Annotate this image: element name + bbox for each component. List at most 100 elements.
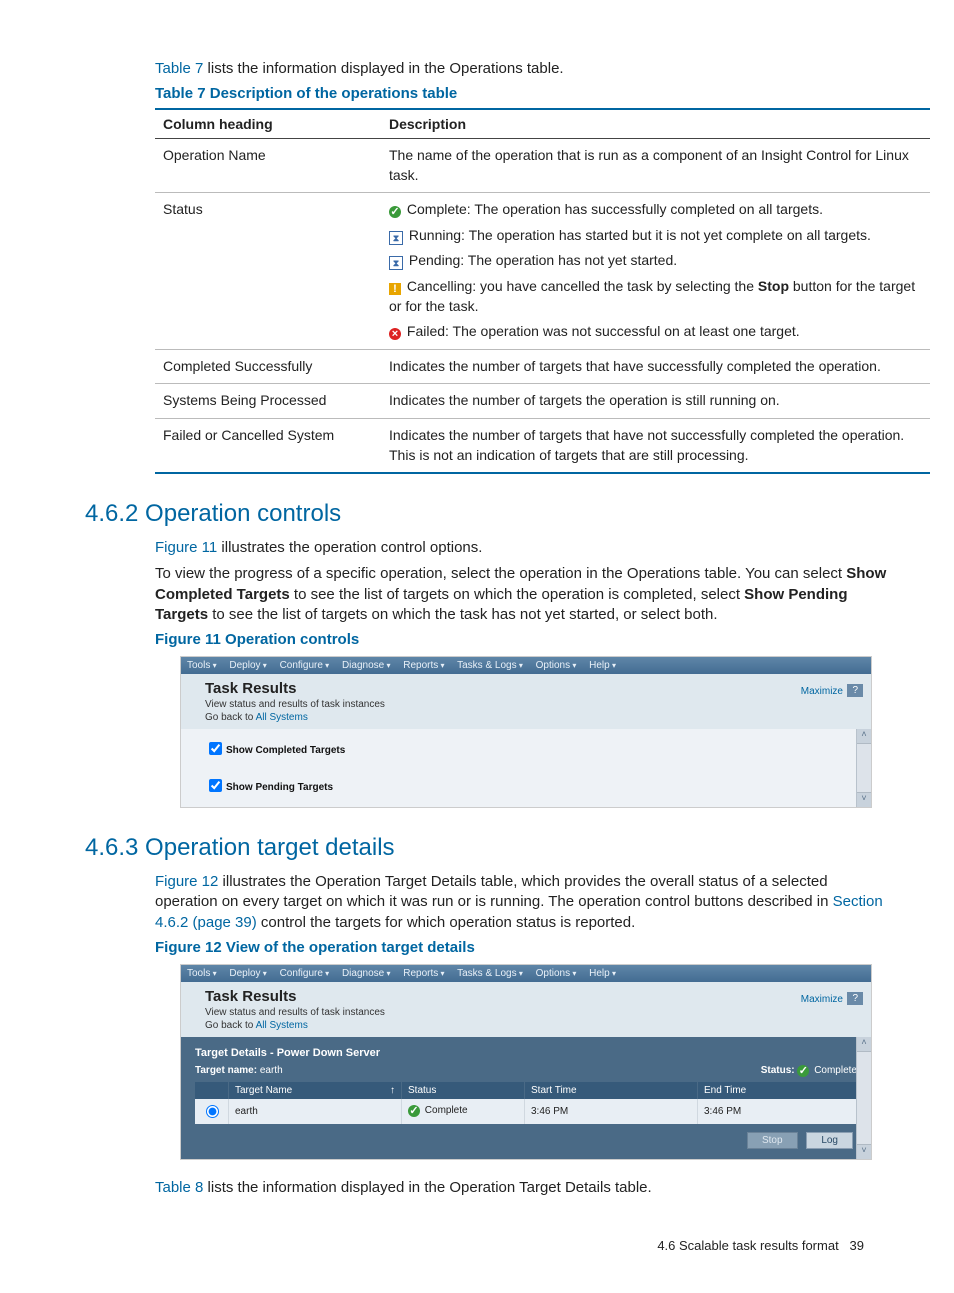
caption-table7: Table 7 Description of the operations ta…	[155, 85, 894, 102]
page-footer: 4.6 Scalable task results format 39	[85, 1238, 894, 1253]
task-results-sub-2: View status and results of task instance…	[205, 1007, 861, 1018]
menu2-options[interactable]: Options	[536, 968, 577, 979]
task-results-title-2: Task Results	[205, 988, 861, 1005]
caption-fig12: Figure 12 View of the operation target d…	[155, 939, 894, 956]
target-name-label: Target name:	[195, 1065, 260, 1076]
link-fig12[interactable]: Figure 12	[155, 873, 218, 890]
status-label: Status:	[761, 1065, 798, 1076]
row-start: 3:46 PM	[525, 1099, 698, 1124]
row-target-name: earth	[229, 1099, 402, 1124]
cell-processing: Systems Being Processed	[155, 384, 381, 419]
scroll-up-icon-2[interactable]: ˄	[857, 1037, 871, 1052]
menu2-diagnose[interactable]: Diagnose	[342, 968, 391, 979]
row-status: Complete	[425, 1105, 468, 1116]
status-cancel-pre: Cancelling: you have cancelled the task …	[407, 278, 758, 294]
scrollbar-2[interactable]: ˄˅	[856, 1037, 871, 1159]
chk-pending-label: Show Pending Targets	[226, 782, 333, 793]
p-462-b-pre: To view the progress of a specific opera…	[155, 565, 846, 582]
menu2-tasks[interactable]: Tasks & Logs	[457, 968, 523, 979]
menu2-help[interactable]: Help	[589, 968, 616, 979]
status-running: Running: The operation has started but i…	[409, 227, 871, 243]
table-row[interactable]: earth ✓ Complete 3:46 PM 3:46 PM	[195, 1099, 857, 1124]
target-name-value: earth	[260, 1065, 283, 1076]
th-status[interactable]: Status	[402, 1082, 525, 1099]
row-end: 3:46 PM	[698, 1099, 857, 1124]
status-value: Complete	[814, 1065, 857, 1076]
cell-opname-desc: The name of the operation that is run as…	[381, 139, 930, 193]
scroll-down-icon[interactable]: ˅	[857, 792, 871, 807]
help-icon-2[interactable]: ?	[847, 992, 863, 1005]
goback-link-2[interactable]: All Systems	[256, 1020, 308, 1031]
goback-pre-2: Go back to	[205, 1020, 256, 1031]
menu-reports[interactable]: Reports	[403, 660, 444, 671]
cell-opname: Operation Name	[155, 139, 381, 193]
menu-deploy[interactable]: Deploy	[229, 660, 266, 671]
target-details-grid: Target Name ↑ Status Start Time End Time…	[195, 1082, 857, 1124]
menu-options[interactable]: Options	[536, 660, 577, 671]
heading-462: 4.6.2 Operation controls	[85, 500, 894, 528]
th-select	[195, 1082, 229, 1099]
heading-463: 4.6.3 Operation target details	[85, 834, 894, 862]
stop-button[interactable]: Stop	[747, 1132, 798, 1149]
link-fig11[interactable]: Figure 11	[155, 539, 217, 556]
th-target-name[interactable]: Target Name ↑	[229, 1082, 402, 1099]
figure-11: Tools Deploy Configure Diagnose Reports …	[180, 656, 872, 808]
menu-diagnose[interactable]: Diagnose	[342, 660, 391, 671]
chk-completed[interactable]	[209, 742, 222, 755]
menu-help[interactable]: Help	[589, 660, 616, 671]
menu2-reports[interactable]: Reports	[403, 968, 444, 979]
task-results-sub: View status and results of task instance…	[205, 699, 861, 710]
menu2-configure[interactable]: Configure	[280, 968, 330, 979]
cell-completed-desc: Indicates the number of targets that hav…	[381, 349, 930, 384]
intro-table8-text: lists the information displayed in the O…	[203, 1179, 651, 1196]
p-462-b: To view the progress of a specific opera…	[155, 564, 894, 625]
status-cancel-bold: Stop	[758, 278, 789, 294]
menu-tasks[interactable]: Tasks & Logs	[457, 660, 523, 671]
menu-configure[interactable]: Configure	[280, 660, 330, 671]
th-start[interactable]: Start Time	[525, 1082, 698, 1099]
log-button[interactable]: Log	[806, 1132, 853, 1149]
link-table8[interactable]: Table 8	[155, 1179, 203, 1196]
p-462-a: Figure 11 illustrates the operation cont…	[155, 538, 894, 558]
cell-status-desc: ✓ Complete: The operation has successful…	[381, 193, 930, 350]
table7: Column heading Description Operation Nam…	[155, 108, 930, 474]
cell-status: Status	[155, 193, 381, 350]
p-462-a-text: illustrates the operation control option…	[217, 539, 482, 556]
footer-section: 4.6 Scalable task results format	[657, 1238, 838, 1253]
cell-completed: Completed Successfully	[155, 349, 381, 384]
link-table7[interactable]: Table 7	[155, 60, 203, 77]
pending-icon: ⧗	[389, 256, 403, 270]
status-failed: Failed: The operation was not successful…	[407, 323, 800, 339]
menu2-deploy[interactable]: Deploy	[229, 968, 266, 979]
th-description: Description	[381, 109, 930, 139]
th-end[interactable]: End Time	[698, 1082, 857, 1099]
help-icon[interactable]: ?	[847, 684, 863, 697]
target-details-title: Target Details - Power Down Server	[195, 1047, 857, 1059]
cell-failed: Failed or Cancelled System	[155, 418, 381, 473]
p-463-post: control the targets for which operation …	[257, 914, 636, 931]
row-radio[interactable]	[206, 1105, 219, 1118]
intro-table7-text: lists the information displayed in the O…	[203, 60, 563, 77]
chk-pending[interactable]	[209, 779, 222, 792]
status-pending: Pending: The operation has not yet start…	[409, 252, 677, 268]
p-462-b-mid: to see the list of targets on which the …	[290, 586, 744, 603]
task-results-title: Task Results	[205, 680, 861, 697]
intro-table8: Table 8 lists the information displayed …	[155, 1178, 894, 1198]
menu2-tools[interactable]: Tools	[187, 968, 217, 979]
menubar-2: Tools Deploy Configure Diagnose Reports …	[181, 965, 871, 982]
scroll-down-icon-2[interactable]: ˅	[857, 1144, 871, 1159]
p-463-pre: illustrates the Operation Target Details…	[155, 873, 833, 910]
maximize-link-2[interactable]: Maximize	[801, 994, 843, 1005]
intro-table7: Table 7 lists the information displayed …	[155, 60, 894, 77]
menubar: Tools Deploy Configure Diagnose Reports …	[181, 657, 871, 674]
menu-tools[interactable]: Tools	[187, 660, 217, 671]
cell-processing-desc: Indicates the number of targets the oper…	[381, 384, 930, 419]
scroll-up-icon[interactable]: ˄	[857, 729, 871, 744]
maximize-link[interactable]: Maximize	[801, 686, 843, 697]
row-status-icon: ✓	[408, 1105, 420, 1117]
goback-link[interactable]: All Systems	[256, 712, 308, 723]
scrollbar[interactable]: ˄˅	[856, 729, 871, 807]
status-complete-icon: ✓	[797, 1065, 809, 1077]
cell-failed-desc: Indicates the number of targets that hav…	[381, 418, 930, 473]
chk-completed-label: Show Completed Targets	[226, 745, 345, 756]
